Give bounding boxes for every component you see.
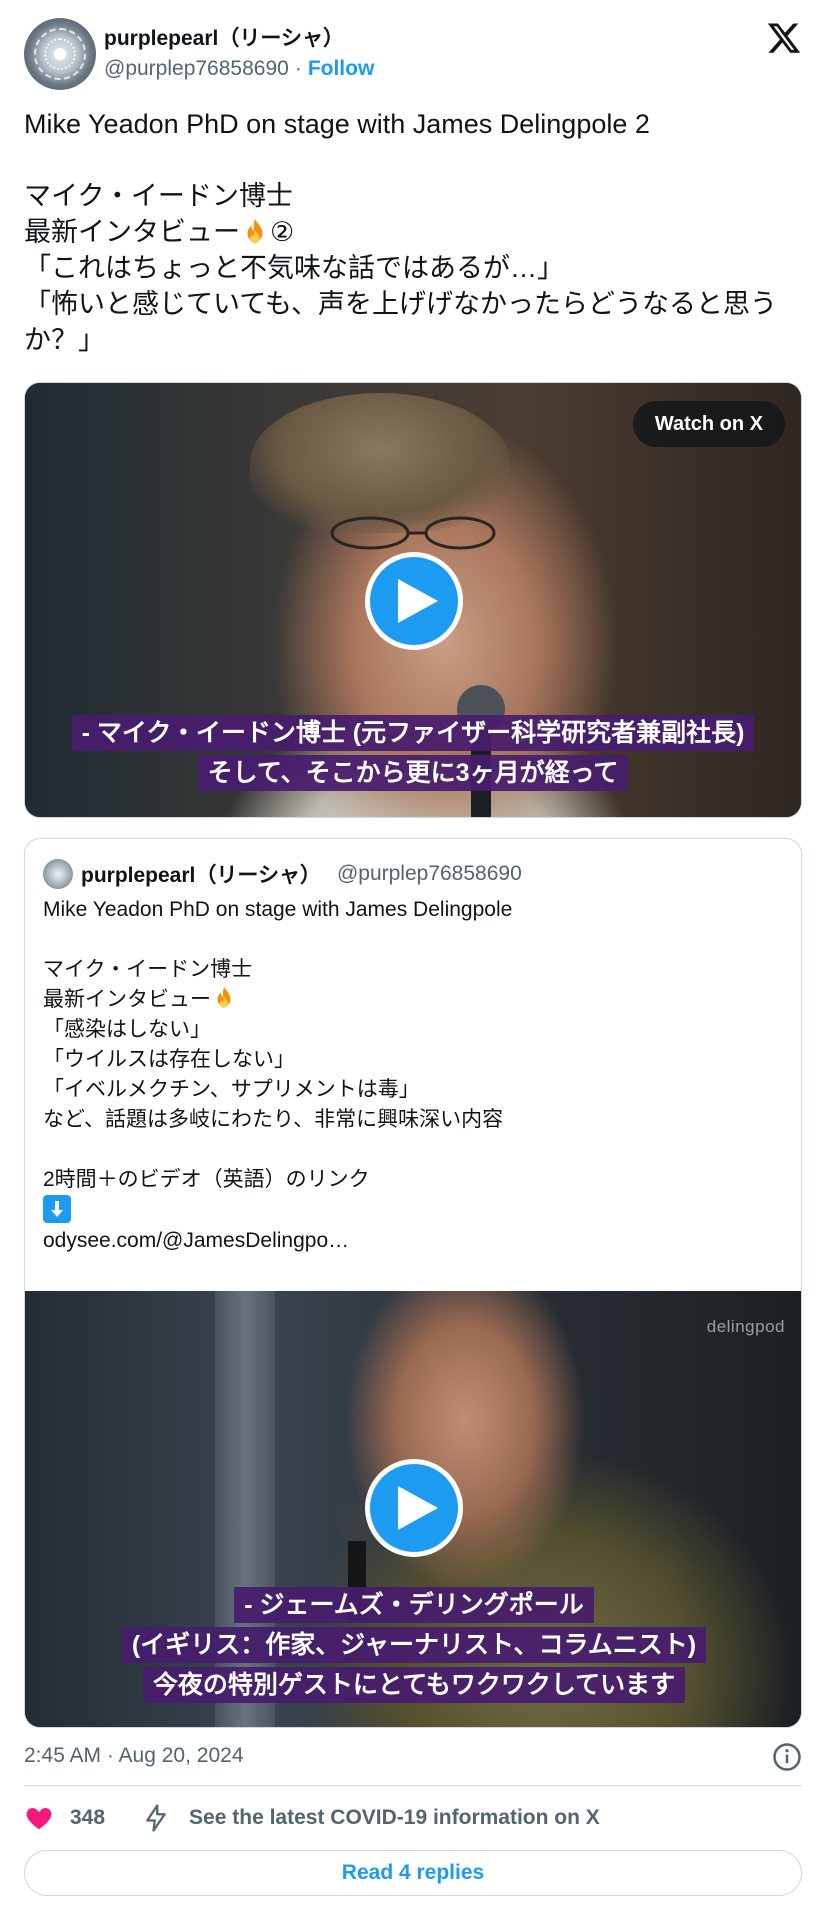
action-bar: 348 See the latest COVID-19 information … <box>24 1800 600 1836</box>
subtitle-line: (イギリス：作家、ジャーナリスト、コラムニスト) <box>121 1627 707 1663</box>
video-watermark: delingpod <box>706 1317 785 1336</box>
play-icon <box>398 579 438 623</box>
quoted-text: Mike Yeadon PhD on stage with James Deli… <box>43 895 783 1256</box>
quoted-line: Mike Yeadon PhD on stage with James Deli… <box>43 898 513 921</box>
author-display-name[interactable]: purplepearl（リーシャ） <box>104 22 344 52</box>
quoted-tweet[interactable]: purplepearl（リーシャ） @purplep76858690 Mike … <box>24 838 802 1728</box>
quoted-handle: @purplep76858690 <box>336 862 522 885</box>
subtitle-line: - マイク・イードン博士 (元ファイザー科学研究者兼副社長) <box>71 715 755 751</box>
avatar[interactable] <box>24 18 96 90</box>
quoted-link[interactable]: odysee.com/@JamesDelingpo… <box>43 1229 349 1252</box>
author-handle-row: @purplep76858690 · Follow <box>104 54 374 84</box>
thumbnail-detail <box>250 393 510 533</box>
info-icon[interactable] <box>772 1742 802 1772</box>
tweet-line: ② <box>270 217 295 247</box>
separator-dot: · <box>294 57 302 80</box>
down-arrow-emoji-icon <box>43 1195 71 1223</box>
tweet-header: purplepearl（リーシャ） @purplep76858690 · Fol… <box>24 18 802 90</box>
tweet-line: Mike Yeadon PhD on stage with James Deli… <box>24 109 650 139</box>
subtitle-line: そして、そこから更に3ヶ月が経って <box>197 755 629 791</box>
video-player[interactable]: Watch on X - マイク・イードン博士 (元ファイザー科学研究者兼副社長… <box>24 382 802 818</box>
quoted-line: 「イベルメクチン、サプリメントは毒」 <box>43 1078 420 1101</box>
tweet-line: 「これはちょっと不気味な話ではあるが…」 <box>24 253 564 283</box>
divider <box>24 1785 802 1786</box>
play-icon <box>398 1486 438 1530</box>
quoted-line: 最新インタビュー <box>43 988 211 1011</box>
tweet-line: マイク・イードン博士 <box>24 181 293 211</box>
author-name-row[interactable]: purplepearl（リーシャ） <box>104 22 344 52</box>
quoted-play-button[interactable] <box>365 1459 463 1557</box>
read-replies-button[interactable]: Read 4 replies <box>24 1850 802 1896</box>
fire-emoji-icon <box>247 218 263 244</box>
heart-icon[interactable] <box>24 1803 54 1833</box>
covid-info-link[interactable]: See the latest COVID-19 information on X <box>189 1806 600 1830</box>
subtitle-line: - ジェームズ・デリングポール <box>234 1587 594 1623</box>
tweet-card: purplepearl（リーシャ） @purplep76858690 · Fol… <box>0 0 826 1920</box>
quoted-line: 2時間＋のビデオ（英語）のリンク <box>43 1168 370 1191</box>
fire-emoji-icon <box>217 986 231 1008</box>
quoted-video-player[interactable]: delingpod - ジェームズ・デリングポール (イギリス：作家、ジャーナリ… <box>25 1291 801 1727</box>
quoted-line: 「感染はしない」 <box>43 1018 211 1041</box>
tweet-text: Mike Yeadon PhD on stage with James Deli… <box>24 106 802 358</box>
lightning-bolt-icon <box>146 1804 166 1832</box>
follow-button[interactable]: Follow <box>308 57 375 81</box>
video-subtitles: - マイク・イードン博士 (元ファイザー科学研究者兼副社長) そして、そこから更… <box>25 715 801 795</box>
quoted-display-name: purplepearl（リーシャ） <box>81 864 321 887</box>
quoted-video-subtitles: - ジェームズ・デリングポール (イギリス：作家、ジャーナリスト、コラムニスト)… <box>25 1587 801 1707</box>
quoted-line: マイク・イードン博士 <box>43 958 253 981</box>
play-button[interactable] <box>365 552 463 650</box>
x-logo-icon[interactable] <box>766 20 802 56</box>
quoted-line: など、話題は多岐にわたり、非常に興味深い内容 <box>43 1108 504 1131</box>
tweet-timestamp[interactable]: 2:45 AM · Aug 20, 2024 <box>24 1742 244 1770</box>
quoted-avatar <box>43 859 73 889</box>
like-count[interactable]: 348 <box>70 1806 105 1830</box>
tweet-line: 最新インタビュー <box>24 217 240 247</box>
quoted-line: 「ウイルスは存在しない」 <box>43 1048 295 1071</box>
glasses-detail <box>330 516 496 550</box>
quoted-header: purplepearl（リーシャ） @purplep76858690 <box>81 859 522 889</box>
watch-on-x-button[interactable]: Watch on X <box>632 401 785 447</box>
subtitle-line: 今夜の特別ゲストにとてもワクワクしています <box>142 1667 686 1703</box>
author-handle[interactable]: @purplep76858690 <box>104 57 289 81</box>
tweet-line: 「怖いと感じていても、声を上げげなかったらどうなると思うか？」 <box>24 289 778 355</box>
